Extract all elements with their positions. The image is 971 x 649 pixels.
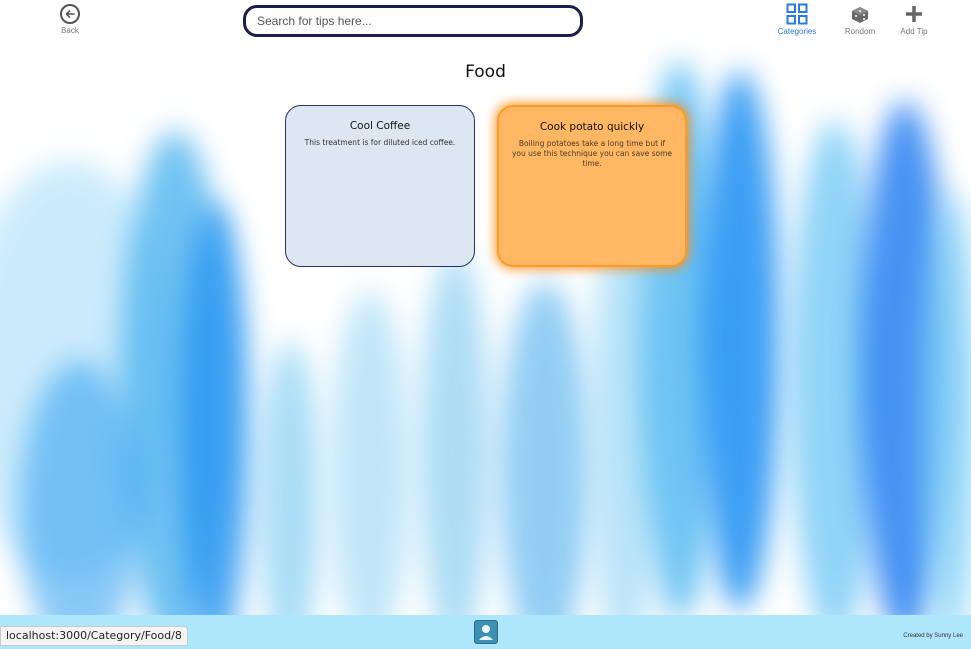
background-image (0, 41, 971, 615)
add-tip-button[interactable]: Add Tip (897, 3, 931, 36)
credit-text: Created by Sunny Lee (903, 633, 963, 639)
random-button[interactable]: Rondom (842, 3, 878, 36)
tip-card-cool-coffee[interactable]: Cool Coffee This treatment is for dilute… (285, 105, 475, 267)
random-label: Rondom (844, 27, 876, 36)
grid-icon (777, 3, 817, 25)
dice-icon (842, 3, 878, 25)
search-input[interactable] (257, 14, 580, 28)
back-arrow-icon (60, 4, 80, 24)
categories-label: Categories (777, 27, 817, 36)
search-bar (243, 5, 583, 37)
page-title: Food (465, 62, 506, 82)
app-logo[interactable] (474, 620, 498, 644)
tip-card-title: Cook potato quickly (539, 121, 645, 133)
add-tip-label: Add Tip (900, 27, 928, 36)
categories-button[interactable]: Categories (777, 3, 817, 36)
tip-card-text: This treatment is for diluted iced coffe… (304, 138, 456, 147)
top-bar: Back Categories Rondom (0, 0, 971, 41)
tip-card-cook-potato[interactable]: Cook potato quickly Boiling potatoes tak… (497, 105, 687, 267)
back-label: Back (61, 26, 79, 35)
back-button[interactable]: Back (56, 4, 84, 35)
status-url: localhost:3000/Category/Food/8 (0, 626, 188, 646)
tip-card-text: Boiling potatoes take a long time but if… (511, 139, 673, 169)
tip-card-title: Cool Coffee (349, 120, 411, 132)
plus-icon (897, 3, 931, 25)
